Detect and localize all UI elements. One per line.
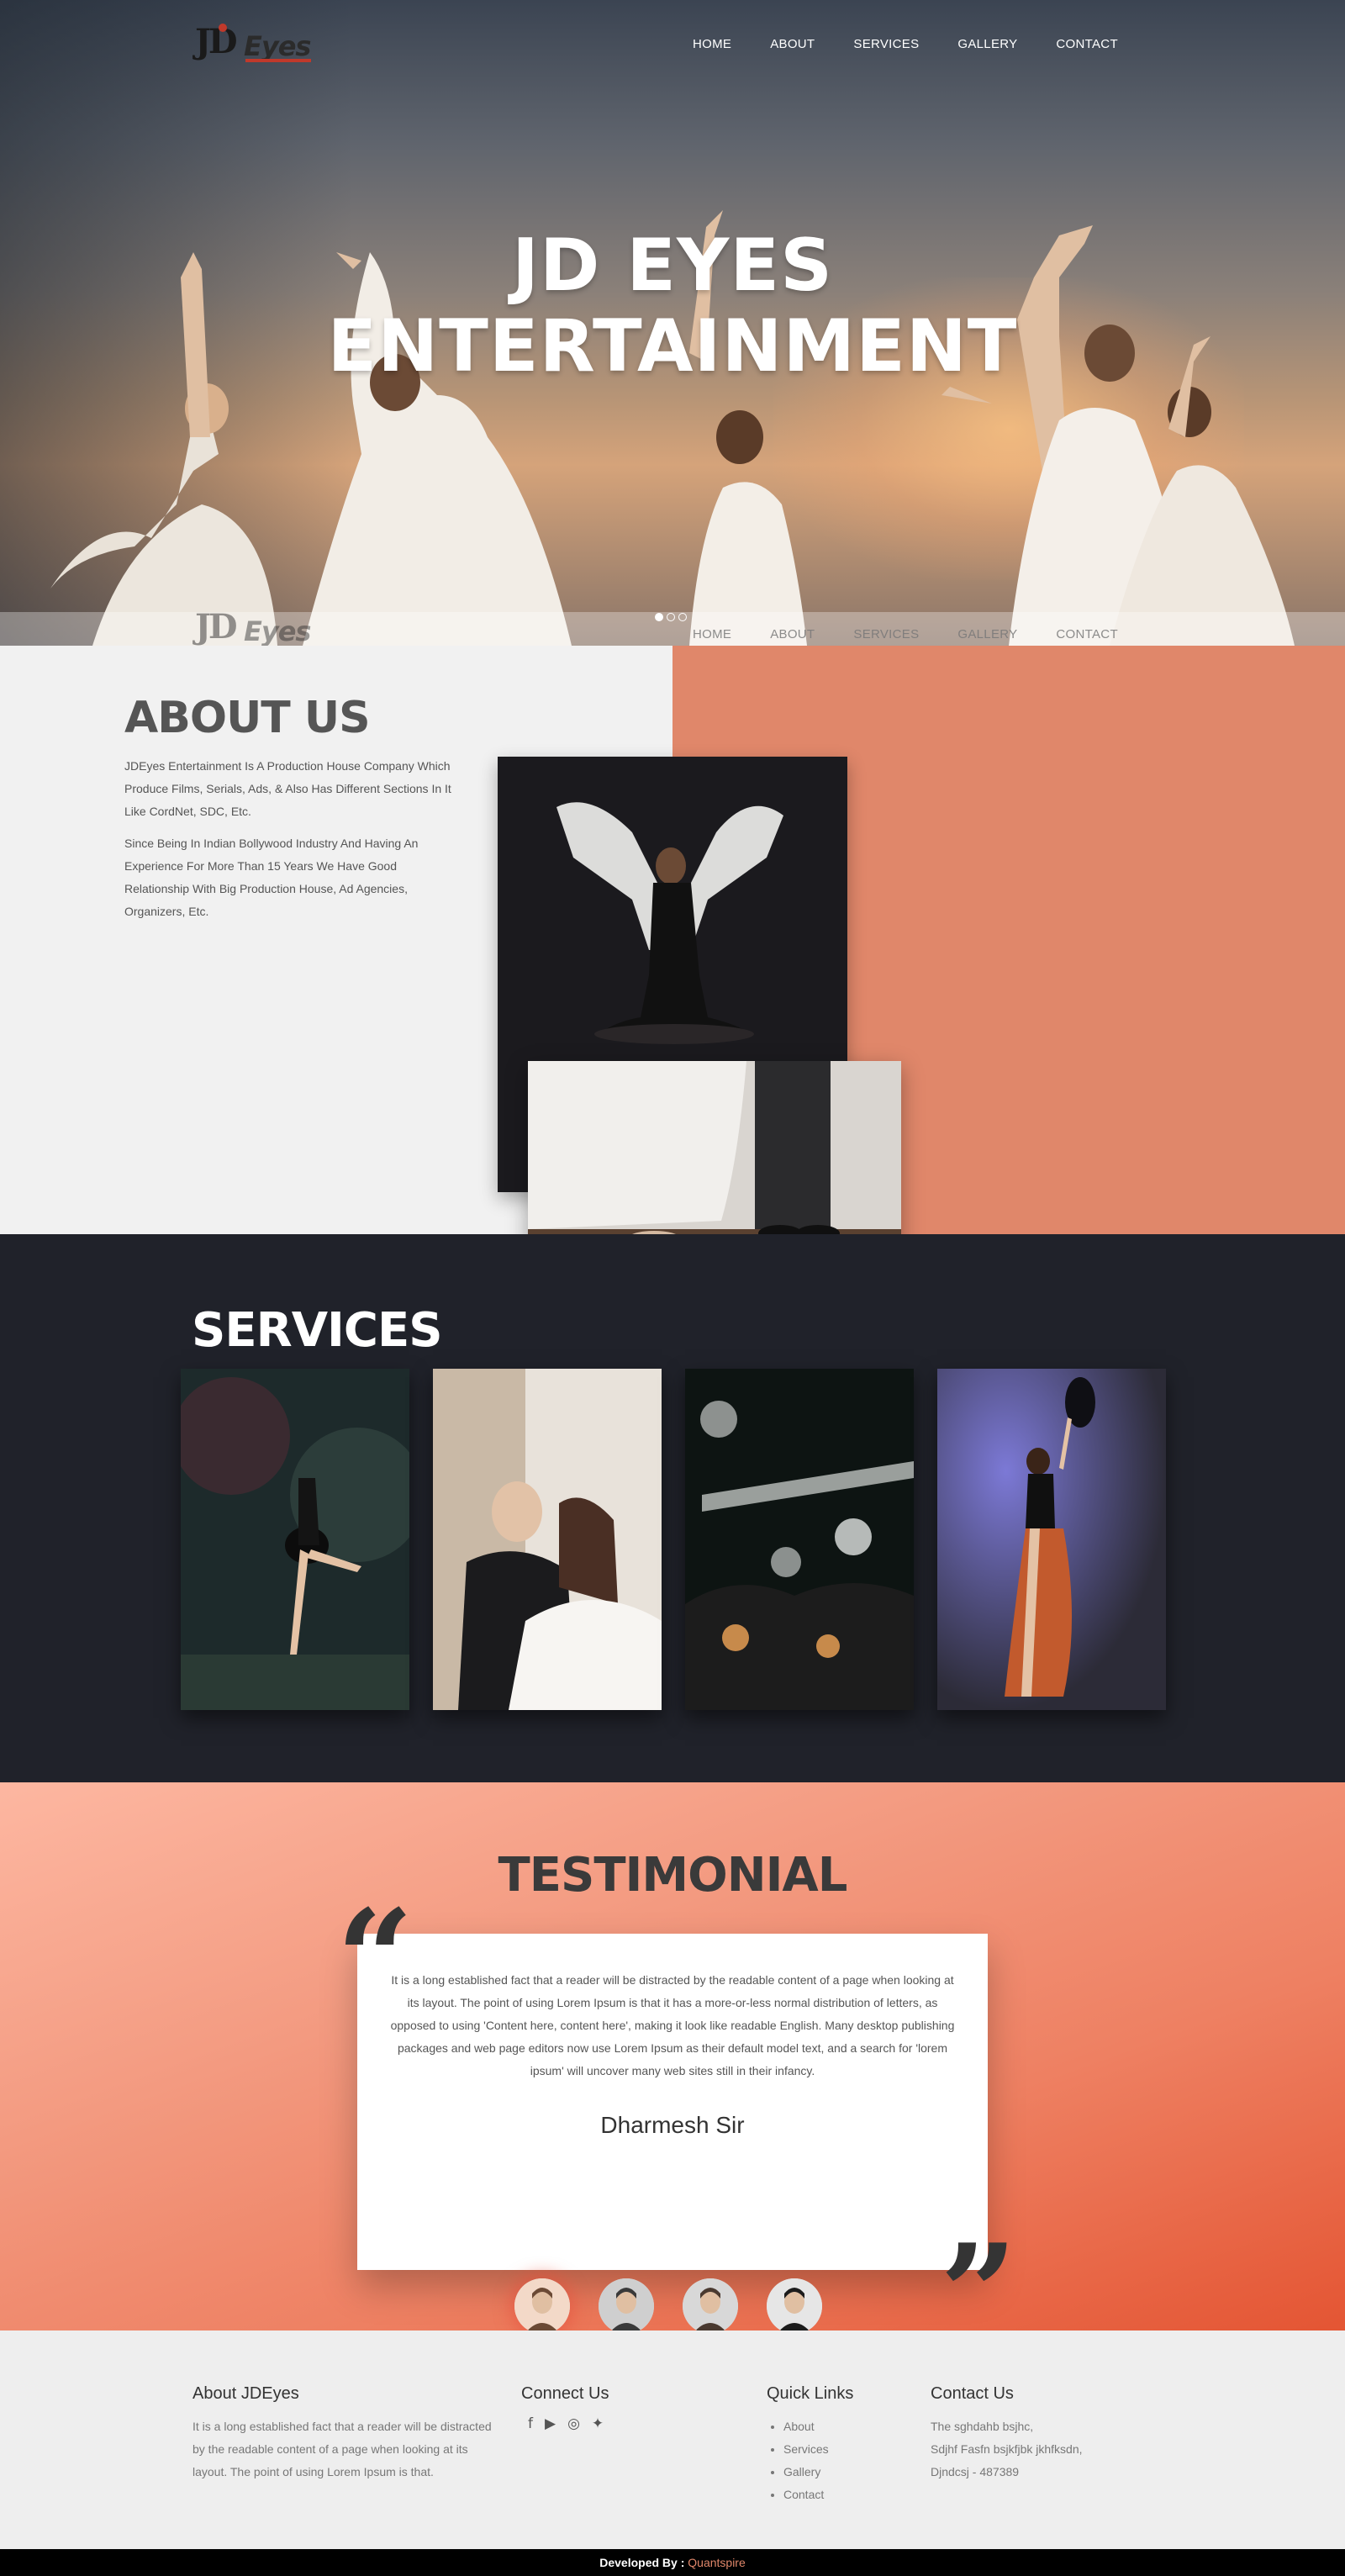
service-card-flamenco[interactable] [937, 1369, 1166, 1710]
logo[interactable]: JD Eyes [195, 22, 321, 66]
testimonial-avatar[interactable] [599, 2278, 654, 2334]
developer-link[interactable]: Quantspire [688, 2556, 745, 2569]
testimonial-section: TESTIMONIAL It is a long established fac… [0, 1782, 1345, 2361]
service-card-ballet[interactable] [181, 1369, 409, 1710]
sticky-logo-eyes: Eyes [244, 615, 311, 646]
footer-connect: Connect Us f ▶ ◎ ✦ [521, 2384, 723, 2432]
footer-links: Quick Links About Services Gallery Conta… [767, 2384, 901, 2506]
nav-about[interactable]: ABOUT [770, 37, 815, 51]
testimonial-heading: TESTIMONIAL [498, 1848, 848, 1903]
footer: About JDEyes It is a long established fa… [0, 2331, 1345, 2549]
footer-contact-line2: Sdjhf Fasfn bsjkfjbk jkhfksdn, [931, 2442, 1083, 2456]
sticky-nav-gallery[interactable]: GALLERY [957, 627, 1017, 641]
facebook-icon[interactable]: f [528, 2415, 533, 2432]
slider-dots [655, 613, 687, 621]
hero-title-line2: ENTERTAINMENT [327, 304, 1018, 388]
quick-link-services[interactable]: Services [783, 2438, 901, 2461]
footer-contact-title: Contact Us [931, 2384, 1014, 2403]
footer-about-title: About JDEyes [193, 2384, 299, 2403]
footer-about-text: It is a long established fact that a rea… [193, 2420, 492, 2478]
sticky-nav: HOME ABOUT SERVICES GALLERY CONTACT [693, 627, 1118, 641]
quote-open-icon: “ [336, 1880, 414, 2038]
service-flamenco-image [937, 1369, 1166, 1710]
nav-gallery[interactable]: GALLERY [957, 37, 1017, 51]
about-heading: ABOUT US [124, 693, 371, 743]
sticky-nav-contact[interactable]: CONTACT [1056, 627, 1117, 641]
services-section: SERVICES [0, 1234, 1345, 1782]
social-icons: f ▶ ◎ ✦ [521, 2415, 723, 2432]
services-heading: SERVICES [192, 1303, 443, 1358]
developed-by-label: Developed By : [599, 2556, 685, 2569]
nav-services[interactable]: SERVICES [853, 37, 919, 51]
main-nav: HOME ABOUT SERVICES GALLERY CONTACT [693, 37, 1118, 51]
footer-about: About JDEyes It is a long established fa… [193, 2384, 497, 2484]
about-paragraph-2: Since Being In Indian Bollywood Industry… [124, 837, 419, 918]
quick-link-gallery[interactable]: Gallery [783, 2461, 901, 2484]
quick-links-list: About Services Gallery Contact [767, 2415, 901, 2506]
instagram-icon[interactable]: ◎ [567, 2415, 580, 2432]
slider-dot[interactable] [667, 613, 675, 621]
testimonial-avatar[interactable] [767, 2278, 822, 2334]
testimonial-card: It is a long established fact that a rea… [357, 1934, 988, 2334]
about-section: ABOUT US JDEyes Entertainment Is A Produ… [0, 646, 1345, 1293]
bottom-bar: Developed By : Quantspire [0, 2549, 1345, 2576]
testimonial-avatar[interactable] [683, 2278, 738, 2334]
logo-underline [245, 59, 311, 62]
testimonial-avatar[interactable] [514, 2278, 570, 2334]
logo-jd: JD [195, 22, 238, 61]
youtube-icon[interactable]: ▶ [545, 2415, 556, 2432]
footer-contact-line1: The sghdahb bsjhc, [931, 2420, 1034, 2433]
about-paragraph-1: JDEyes Entertainment Is A Production Hou… [124, 759, 451, 818]
logo-dot [219, 24, 227, 32]
hero-title: JD EYES ENTERTAINMENT [0, 225, 1345, 387]
sticky-nav-about[interactable]: ABOUT [770, 627, 815, 641]
sticky-nav-home[interactable]: HOME [693, 627, 731, 641]
quick-link-contact[interactable]: Contact [783, 2484, 901, 2506]
hero-section: JD Eyes HOME ABOUT SERVICES GALLERY CONT… [0, 0, 1345, 646]
footer-links-title: Quick Links [767, 2384, 854, 2403]
slider-dot[interactable] [678, 613, 687, 621]
footer-contact-line3: Djndcsj - 487389 [931, 2465, 1020, 2478]
quick-link-about[interactable]: About [783, 2415, 901, 2438]
footer-connect-title: Connect Us [521, 2384, 609, 2403]
footer-contact: Contact Us The sghdahb bsjhc, Sdjhf Fasf… [931, 2384, 1149, 2484]
slider-dot[interactable] [655, 613, 663, 621]
nav-home[interactable]: HOME [693, 37, 731, 51]
service-card-wedding[interactable] [433, 1369, 662, 1710]
service-card-concert[interactable] [685, 1369, 914, 1710]
service-concert-image [685, 1369, 914, 1710]
testimonial-name: Dharmesh Sir [600, 2112, 745, 2138]
service-ballet-image [181, 1369, 409, 1710]
nav-contact[interactable]: CONTACT [1056, 37, 1117, 51]
sticky-logo[interactable]: JD Eyes [195, 607, 321, 646]
sticky-nav-services[interactable]: SERVICES [853, 627, 919, 641]
service-wedding-image [433, 1369, 662, 1710]
testimonial-text: It is a long established fact that a rea… [390, 1973, 955, 2077]
hero-title-line1: JD EYES [511, 224, 834, 308]
logo-eyes: Eyes [244, 30, 311, 62]
sticky-logo-jd: JD [195, 607, 238, 646]
testimonial-avatars [514, 2278, 822, 2334]
twitter-icon[interactable]: ✦ [592, 2415, 604, 2432]
